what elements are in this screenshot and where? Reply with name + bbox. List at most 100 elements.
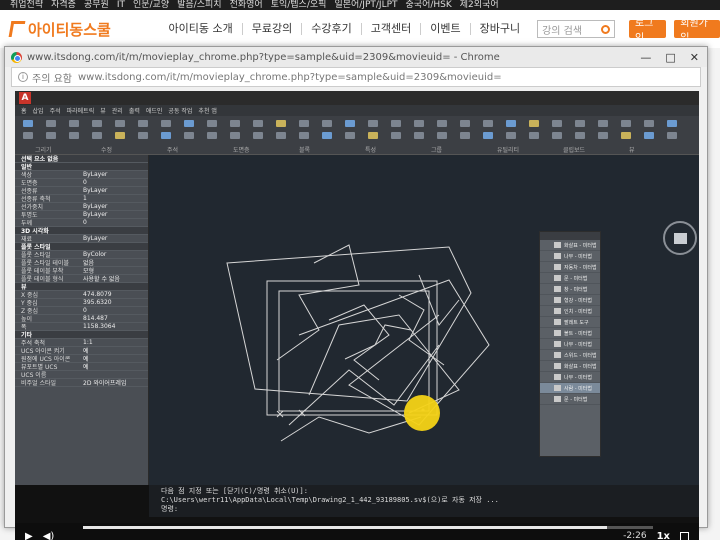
palette-item[interactable]: 볼트 - 미터법: [540, 328, 600, 339]
palette-item[interactable]: 문 - 미터법: [540, 394, 600, 405]
volume-icon[interactable]: ◀): [43, 531, 55, 540]
nav-item-reviews[interactable]: 수강후기: [302, 23, 362, 35]
ribbon-tab[interactable]: 출력: [129, 106, 140, 115]
ribbon-tool-icon[interactable]: [667, 120, 677, 127]
ribbon-tool-icon[interactable]: [621, 120, 631, 127]
info-icon[interactable]: i: [18, 72, 28, 82]
ribbon-tool-icon[interactable]: [161, 120, 171, 127]
ribbon-tool-icon[interactable]: [322, 132, 332, 139]
ribbon-tool-icon[interactable]: [598, 132, 608, 139]
ribbon-tab[interactable]: 삽입: [33, 106, 44, 115]
ribbon-tool-icon[interactable]: [207, 120, 217, 127]
palette-item[interactable]: 스위드 - 미터법: [540, 350, 600, 361]
ribbon-tool-icon[interactable]: [276, 120, 286, 127]
ribbon-tool-icon[interactable]: [138, 132, 148, 139]
ribbon-tool-icon[interactable]: [207, 132, 217, 139]
nav-item-cart[interactable]: 장바구니: [471, 23, 529, 35]
ribbon-tool-icon[interactable]: [552, 120, 562, 127]
ribbon-tool-icon[interactable]: [92, 132, 102, 139]
category-item[interactable]: 공무원: [84, 0, 109, 10]
ribbon-tool-icon[interactable]: [506, 132, 516, 139]
palette-item[interactable]: 팔레트 도구: [540, 317, 600, 328]
ribbon-tool-icon[interactable]: [253, 132, 263, 139]
maximize-button[interactable]: □: [665, 51, 675, 64]
autocad-logo-icon[interactable]: A: [19, 92, 31, 104]
palette-item[interactable]: 화살표 - 미터법: [540, 240, 600, 251]
palette-item[interactable]: 인치 - 미터법: [540, 306, 600, 317]
palette-item[interactable]: 형강 - 미터법: [540, 295, 600, 306]
play-icon[interactable]: ▶: [25, 531, 33, 540]
ribbon-tool-icon[interactable]: [69, 120, 79, 127]
login-button[interactable]: 로그인: [628, 18, 667, 44]
tool-palette-header[interactable]: [540, 232, 600, 240]
palette-item[interactable]: 나무 - 미터법: [540, 251, 600, 262]
category-item[interactable]: 취업전략: [10, 0, 43, 10]
ribbon-tool-icon[interactable]: [184, 120, 194, 127]
ribbon-tool-icon[interactable]: [115, 120, 125, 127]
ribbon-tool-icon[interactable]: [575, 120, 585, 127]
ribbon-tab[interactable]: 관리: [112, 106, 123, 115]
ribbon-tool-icon[interactable]: [322, 120, 332, 127]
close-button[interactable]: ✕: [690, 51, 699, 64]
ribbon-tool-icon[interactable]: [644, 132, 654, 139]
category-item[interactable]: 전화영어: [230, 0, 263, 10]
join-button[interactable]: 회원가입: [674, 18, 720, 44]
search-input[interactable]: 강의 검색: [537, 20, 615, 38]
category-item[interactable]: 제2외국어: [460, 0, 499, 10]
ribbon-tool-icon[interactable]: [667, 132, 677, 139]
viewcube-face[interactable]: [674, 233, 687, 244]
ribbon-tool-icon[interactable]: [368, 120, 378, 127]
command-line[interactable]: 다음 점 지정 또는 [닫기(C)/명령 취소(U)]: C:\Users\we…: [149, 485, 699, 517]
ribbon-tool-icon[interactable]: [414, 120, 424, 127]
ribbon-tool-icon[interactable]: [46, 132, 56, 139]
ribbon-tool-icon[interactable]: [230, 132, 240, 139]
palette-item[interactable]: 자동차 - 미터법: [540, 262, 600, 273]
ribbon-tool-icon[interactable]: [391, 132, 401, 139]
ribbon-tool-icon[interactable]: [460, 120, 470, 127]
ribbon-tab[interactable]: 뷰: [100, 106, 106, 115]
ribbon-tool-icon[interactable]: [92, 120, 102, 127]
ribbon-tool-icon[interactable]: [23, 120, 33, 127]
category-item[interactable]: 자격증: [51, 0, 76, 10]
ribbon-tool-icon[interactable]: [299, 120, 309, 127]
category-item[interactable]: 중국어/HSK: [406, 0, 452, 10]
ribbon-tool-icon[interactable]: [161, 132, 171, 139]
ribbon-tool-icon[interactable]: [46, 120, 56, 127]
ribbon-tool-icon[interactable]: [253, 120, 263, 127]
nav-item-free-lectures[interactable]: 무료강의: [243, 23, 303, 35]
ribbon-tool-icon[interactable]: [529, 120, 539, 127]
ribbon-tool-icon[interactable]: [598, 120, 608, 127]
ribbon-tool-icon[interactable]: [437, 120, 447, 127]
ribbon-tool-icon[interactable]: [345, 132, 355, 139]
address-bar[interactable]: i 주의 요함 www.itsdong.com/it/m/movieplay_c…: [11, 67, 701, 87]
ribbon-tool-icon[interactable]: [529, 132, 539, 139]
nav-item-support[interactable]: 고객센터: [362, 23, 422, 35]
palette-item[interactable]: 나무 - 미터법: [540, 372, 600, 383]
site-logo[interactable]: 아이티동스쿨: [8, 19, 148, 40]
ribbon-tool-icon[interactable]: [368, 132, 378, 139]
ribbon-tool-icon[interactable]: [460, 132, 470, 139]
ribbon-tab[interactable]: 주석: [50, 106, 61, 115]
ribbon-tool-icon[interactable]: [391, 120, 401, 127]
ribbon-tool-icon[interactable]: [483, 120, 493, 127]
ribbon-tool-icon[interactable]: [345, 120, 355, 127]
palette-item[interactable]: 문 - 미터법: [540, 273, 600, 284]
category-item[interactable]: 발음/스피치: [177, 0, 221, 10]
palette-item[interactable]: 사람 - 미터법: [540, 383, 600, 394]
window-titlebar[interactable]: www.itsdong.com/it/m/movieplay_chrome.ph…: [5, 47, 707, 67]
drawing-canvas[interactable]: [149, 155, 699, 485]
search-icon[interactable]: [600, 24, 610, 34]
palette-item[interactable]: 화살표 - 미터법: [540, 361, 600, 372]
palette-item[interactable]: 창 - 미터법: [540, 284, 600, 295]
fullscreen-icon[interactable]: [680, 531, 689, 540]
category-item[interactable]: 인문/교양: [133, 0, 169, 10]
ribbon-tool-icon[interactable]: [414, 132, 424, 139]
nav-item-events[interactable]: 이벤트: [421, 23, 471, 35]
video-player[interactable]: A 홈 삽입 주석 파라메트릭 뷰 관리 출력 애드인 공동 작업 추천 앱 그리기 수정 주석 도면층…: [15, 91, 699, 523]
property-row[interactable]: 비주얼 스타일 2D 와이어프레임: [15, 379, 148, 387]
ribbon-tool-icon[interactable]: [552, 132, 562, 139]
category-item[interactable]: 토익/텝스/오픽: [271, 0, 327, 10]
ribbon-tab[interactable]: 공동 작업: [168, 106, 192, 115]
ribbon-tab[interactable]: 추천 앱: [198, 106, 216, 115]
nav-item-about[interactable]: 아이티동 소개: [160, 23, 243, 35]
